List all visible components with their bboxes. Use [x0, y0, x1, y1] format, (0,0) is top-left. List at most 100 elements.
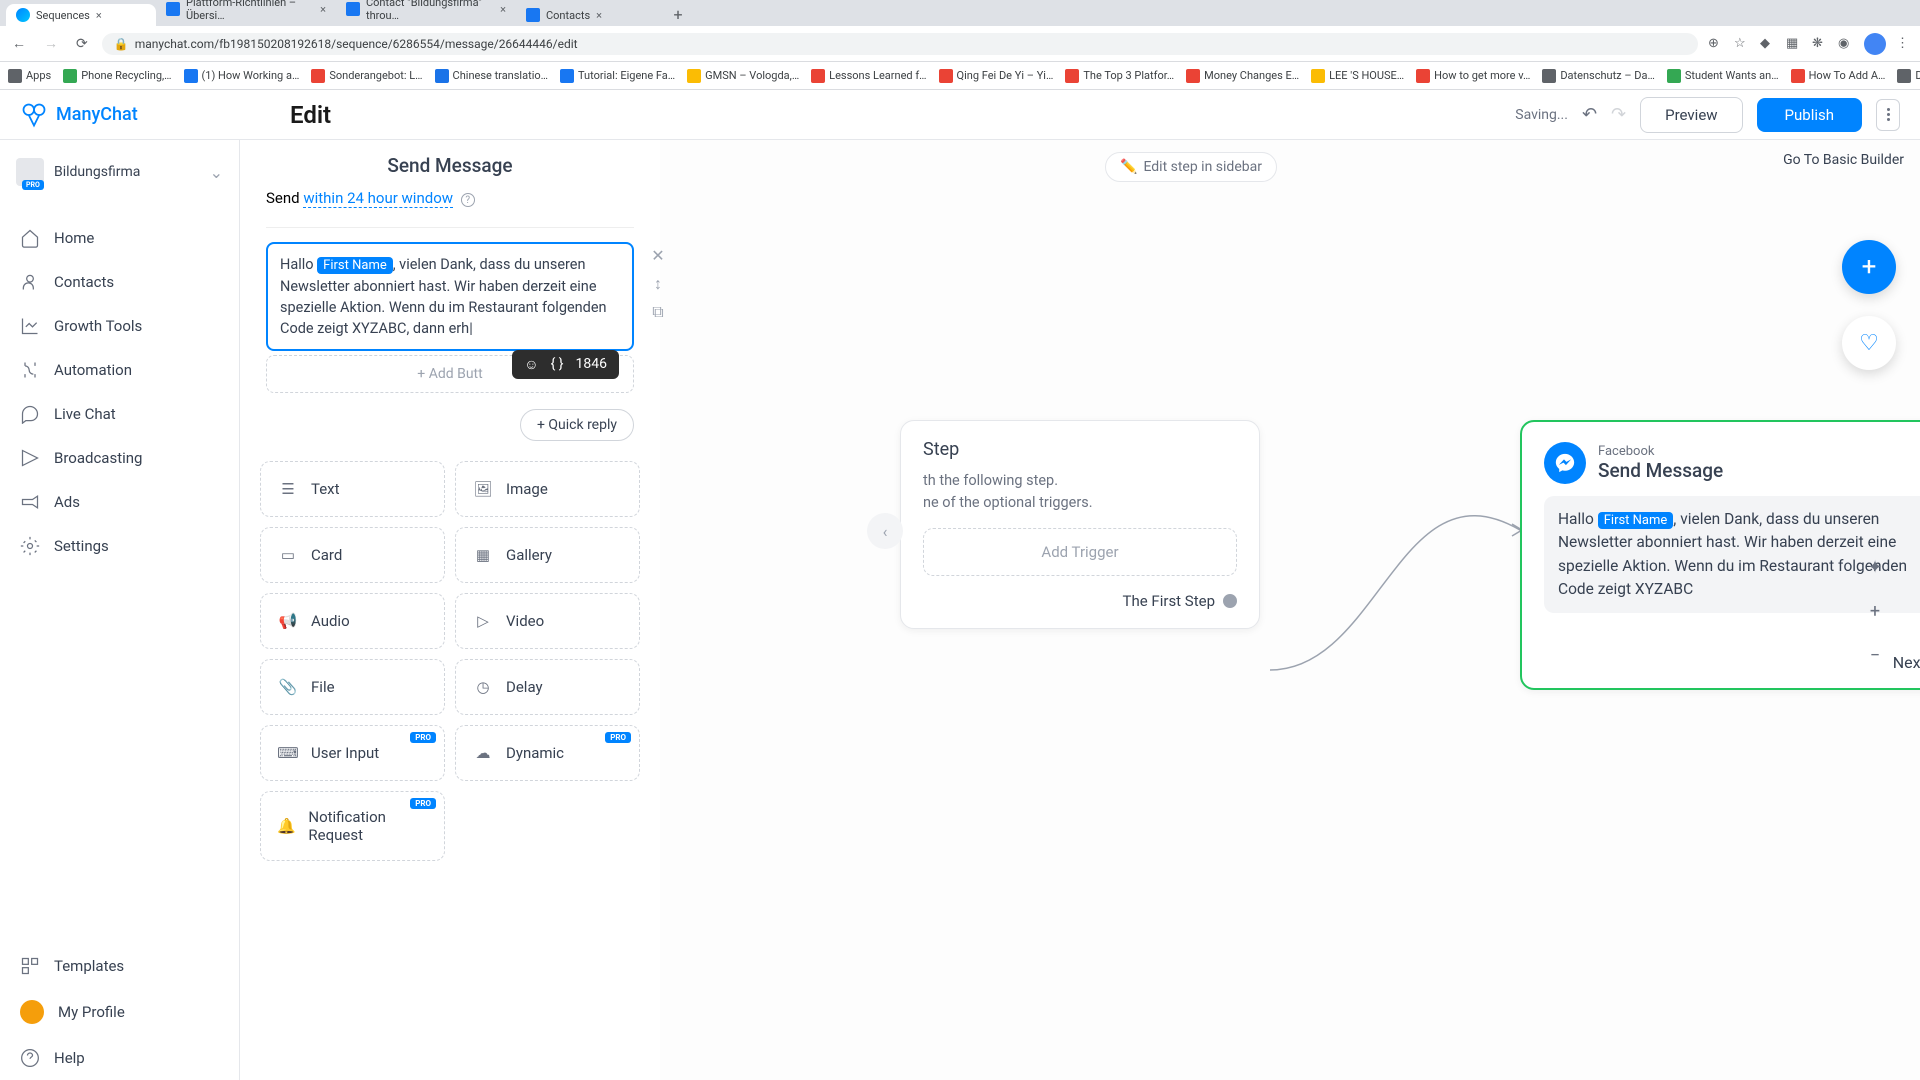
- trigger-step-card[interactable]: ‹ Step th the following step. ne of the …: [900, 420, 1260, 629]
- sidebar-item-templates[interactable]: Templates: [0, 944, 239, 988]
- emoji-button-icon[interactable]: ☺: [524, 356, 538, 373]
- more-menu-button[interactable]: [1876, 99, 1900, 131]
- apps-button[interactable]: Apps: [8, 69, 51, 83]
- divider: [266, 227, 634, 228]
- bookmark-item[interactable]: The Top 3 Platfor…: [1065, 69, 1174, 83]
- sidebar-item-home[interactable]: Home: [0, 216, 239, 260]
- close-icon[interactable]: ×: [500, 3, 506, 16]
- zoom-out-button[interactable]: −: [1858, 638, 1892, 672]
- workspace-selector[interactable]: PRO Bildungsfirma ⌄: [0, 148, 239, 196]
- bookmark-item[interactable]: (1) How Working a…: [184, 69, 300, 83]
- connector-dot-icon[interactable]: [1223, 594, 1237, 608]
- bookmark-item[interactable]: LEE 'S HOUSE…: [1311, 69, 1404, 83]
- block-userinput-button[interactable]: ⌨User InputPRO: [260, 725, 445, 781]
- block-text-button[interactable]: ☰Text: [260, 461, 445, 517]
- message-text-editor[interactable]: Hallo First Name, vielen Dank, dass du u…: [266, 242, 634, 351]
- bookmark-item[interactable]: Qing Fei De Yi – Yi…: [939, 69, 1054, 83]
- forward-icon[interactable]: →: [40, 31, 62, 56]
- sidebar-item-help[interactable]: Help: [0, 1036, 239, 1080]
- back-icon[interactable]: ←: [8, 31, 30, 56]
- close-icon[interactable]: ×: [320, 3, 326, 16]
- browser-tab[interactable]: Contacts ×: [516, 4, 666, 26]
- new-tab-button[interactable]: +: [666, 5, 690, 26]
- block-card-button[interactable]: ▭Card: [260, 527, 445, 583]
- translate-icon[interactable]: ⊕: [1708, 36, 1724, 52]
- bookmark-item[interactable]: How to get more v…: [1416, 69, 1530, 83]
- preview-button[interactable]: Preview: [1640, 97, 1742, 133]
- close-icon[interactable]: ×: [596, 9, 602, 22]
- url-input[interactable]: 🔒 manychat.com/fb198150208192618/sequenc…: [102, 33, 1698, 55]
- workspace-avatar: PRO: [16, 158, 44, 186]
- flow-canvas[interactable]: ✏️ Edit step in sidebar Go To Basic Buil…: [660, 140, 1920, 1080]
- bookmark-item[interactable]: How To Add A…: [1791, 69, 1886, 83]
- reload-icon[interactable]: ⟳: [72, 32, 92, 56]
- remove-block-icon[interactable]: ✕: [650, 246, 666, 262]
- block-audio-button[interactable]: 📢Audio: [260, 593, 445, 649]
- bookmark-item[interactable]: Money Changes E…: [1186, 69, 1299, 83]
- block-dynamic-button[interactable]: ☁DynamicPRO: [455, 725, 640, 781]
- redo-button[interactable]: ↷: [1611, 104, 1626, 125]
- extension-icon[interactable]: ❋: [1812, 36, 1828, 52]
- add-button-button[interactable]: + Add Butt ☺ { } 1846: [266, 355, 634, 393]
- bookmark-favicon-icon: [63, 69, 77, 83]
- variable-button-icon[interactable]: { }: [551, 356, 564, 372]
- star-icon[interactable]: ☆: [1734, 36, 1750, 52]
- menu-icon[interactable]: ⋮: [1896, 36, 1912, 52]
- browser-tab[interactable]: Plattform-Richtlinien – Übersi… ×: [156, 0, 336, 26]
- add-step-fab[interactable]: +: [1842, 240, 1896, 294]
- browser-tab[interactable]: Contact "Bildungsfirma" throu… ×: [336, 0, 516, 26]
- move-block-icon[interactable]: ↕: [650, 274, 666, 290]
- send-window-link[interactable]: within 24 hour window: [303, 189, 453, 208]
- block-gallery-button[interactable]: ▦Gallery: [455, 527, 640, 583]
- bookmark-item[interactable]: Sonderangebot: L…: [311, 69, 422, 83]
- extension-icon[interactable]: ▦: [1786, 36, 1802, 52]
- sidebar-item-ads[interactable]: Ads: [0, 480, 239, 524]
- sidebar-item-growth[interactable]: Growth Tools: [0, 304, 239, 348]
- bookmark-item[interactable]: Tutorial: Eigene Fa…: [560, 69, 675, 83]
- bookmark-favicon-icon: [1065, 69, 1079, 83]
- block-video-button[interactable]: ▷Video: [455, 593, 640, 649]
- bookmark-item[interactable]: Student Wants an…: [1667, 69, 1779, 83]
- tab-label: Contact "Bildungsfirma" throu…: [366, 0, 494, 22]
- variable-chip[interactable]: First Name: [317, 257, 393, 274]
- extension-icon[interactable]: ◆: [1760, 36, 1776, 52]
- bookmark-item[interactable]: Chinese translatio…: [435, 69, 548, 83]
- undo-button[interactable]: ↶: [1582, 104, 1597, 125]
- help-tooltip-icon[interactable]: ?: [461, 193, 475, 207]
- browser-tab[interactable]: Sequences ×: [6, 4, 156, 26]
- image-icon: 🖼: [472, 478, 494, 500]
- block-notification-button[interactable]: 🔔Notification RequestPRO: [260, 791, 445, 861]
- video-icon: ▷: [472, 610, 494, 632]
- first-step-connector[interactable]: The First Step: [923, 592, 1237, 610]
- block-file-button[interactable]: 📎File: [260, 659, 445, 715]
- bookmark-item[interactable]: Download – Cooki…: [1897, 69, 1920, 83]
- favorite-fab[interactable]: ♡: [1842, 316, 1896, 370]
- bookmark-item[interactable]: Datenschutz – Da…: [1542, 69, 1655, 83]
- char-counter: 1846: [576, 356, 607, 372]
- extension-icon[interactable]: ◉: [1838, 36, 1854, 52]
- browser-address-bar: ← → ⟳ 🔒 manychat.com/fb198150208192618/s…: [0, 26, 1920, 62]
- sidebar-item-contacts[interactable]: Contacts: [0, 260, 239, 304]
- bookmark-item[interactable]: Phone Recycling,…: [63, 69, 171, 83]
- bookmark-item[interactable]: GMSN – Vologda,…: [687, 69, 799, 83]
- auto-layout-icon[interactable]: ✦: [1858, 550, 1892, 584]
- sidebar-item-automation[interactable]: Automation: [0, 348, 239, 392]
- go-basic-builder-link[interactable]: Go To Basic Builder: [1783, 152, 1904, 168]
- profile-avatar[interactable]: [1864, 33, 1886, 55]
- sidebar-item-profile[interactable]: My Profile: [0, 988, 239, 1036]
- prev-step-button[interactable]: ‹: [867, 513, 903, 549]
- edit-in-sidebar-pill[interactable]: ✏️ Edit step in sidebar: [1105, 152, 1277, 182]
- publish-button[interactable]: Publish: [1757, 98, 1862, 132]
- add-trigger-button[interactable]: Add Trigger: [923, 528, 1237, 576]
- sidebar-item-livechat[interactable]: Live Chat: [0, 392, 239, 436]
- duplicate-block-icon[interactable]: ⧉: [650, 302, 666, 318]
- block-delay-button[interactable]: ◷Delay: [455, 659, 640, 715]
- sidebar-item-settings[interactable]: Settings: [0, 524, 239, 568]
- zoom-in-button[interactable]: +: [1858, 594, 1892, 628]
- bookmark-item[interactable]: Lessons Learned f…: [811, 69, 926, 83]
- close-icon[interactable]: ×: [96, 9, 102, 22]
- quick-reply-button[interactable]: + Quick reply: [520, 409, 634, 441]
- block-image-button[interactable]: 🖼Image: [455, 461, 640, 517]
- brand-logo[interactable]: ManyChat: [20, 101, 240, 129]
- sidebar-item-broadcast[interactable]: Broadcasting: [0, 436, 239, 480]
